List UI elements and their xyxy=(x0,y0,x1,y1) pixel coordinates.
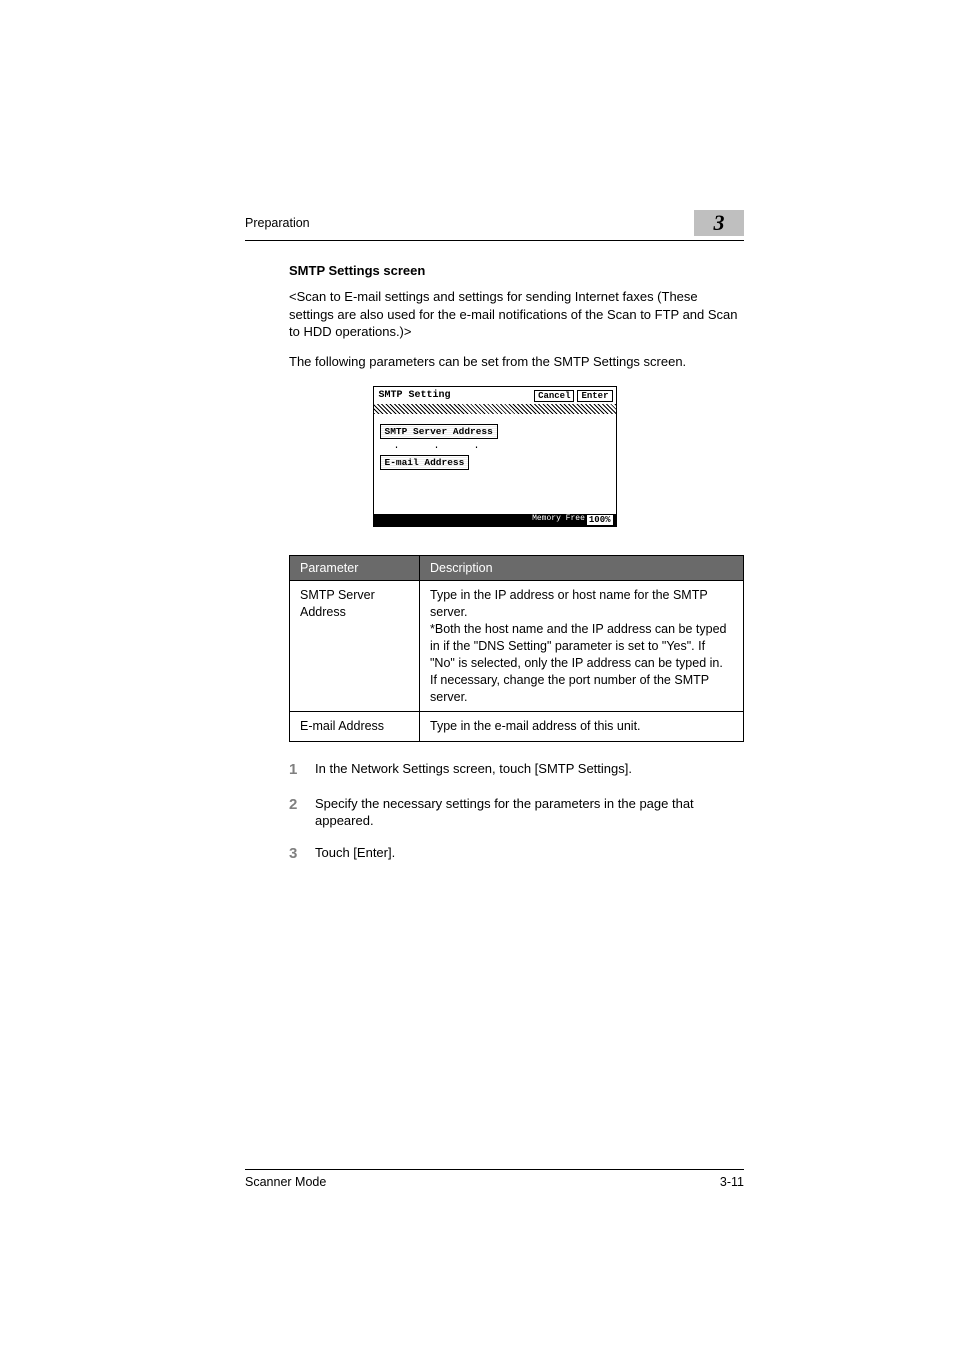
desc-cell: Type in the IP address or host name for … xyxy=(420,581,744,712)
step-text: Specify the necessary settings for the p… xyxy=(315,795,744,830)
step-text: Touch [Enter]. xyxy=(315,844,395,864)
steps-list: 1 In the Network Settings screen, touch … xyxy=(289,760,744,864)
param-cell: SMTP Server Address xyxy=(290,581,420,712)
title-hatch xyxy=(374,404,616,414)
list-item: 3 Touch [Enter]. xyxy=(289,844,744,864)
header-section: Preparation xyxy=(245,216,310,230)
intro-paragraph-1: <Scan to E-mail settings and settings fo… xyxy=(289,288,744,341)
step-text: In the Network Settings screen, touch [S… xyxy=(315,760,632,780)
step-number: 1 xyxy=(289,760,315,780)
step-number: 2 xyxy=(289,795,315,830)
screen-title: SMTP Setting xyxy=(377,389,453,402)
table-row: SMTP Server Address Type in the IP addre… xyxy=(290,581,744,712)
section-title: SMTP Settings screen xyxy=(289,263,744,278)
enter-button[interactable]: Enter xyxy=(577,390,612,402)
col-header-description: Description xyxy=(420,556,744,581)
smtp-server-address-field[interactable]: SMTP Server Address xyxy=(380,424,498,439)
page-header: Preparation 3 xyxy=(245,210,744,241)
memory-free-value: 100% xyxy=(587,515,613,525)
page-footer: Scanner Mode 3-11 xyxy=(245,1169,744,1189)
cancel-button[interactable]: Cancel xyxy=(534,390,574,402)
footer-right: 3-11 xyxy=(720,1175,744,1189)
param-cell: E-mail Address xyxy=(290,712,420,742)
table-row: E-mail Address Type in the e-mail addres… xyxy=(290,712,744,742)
ip-dots: · · · xyxy=(394,443,494,454)
list-item: 1 In the Network Settings screen, touch … xyxy=(289,760,744,780)
footer-left: Scanner Mode xyxy=(245,1175,326,1189)
desc-cell: Type in the e-mail address of this unit. xyxy=(420,712,744,742)
email-address-field[interactable]: E-mail Address xyxy=(380,455,470,470)
chapter-number: 3 xyxy=(694,210,744,236)
intro-paragraph-2: The following parameters can be set from… xyxy=(289,353,744,371)
parameters-table: Parameter Description SMTP Server Addres… xyxy=(289,555,744,742)
col-header-parameter: Parameter xyxy=(290,556,420,581)
memory-free-label: Memory Free xyxy=(532,515,585,525)
step-number: 3 xyxy=(289,844,315,864)
device-screenshot: SMTP Setting Cancel Enter SMTP Server Ad… xyxy=(373,386,617,527)
list-item: 2 Specify the necessary settings for the… xyxy=(289,795,744,830)
